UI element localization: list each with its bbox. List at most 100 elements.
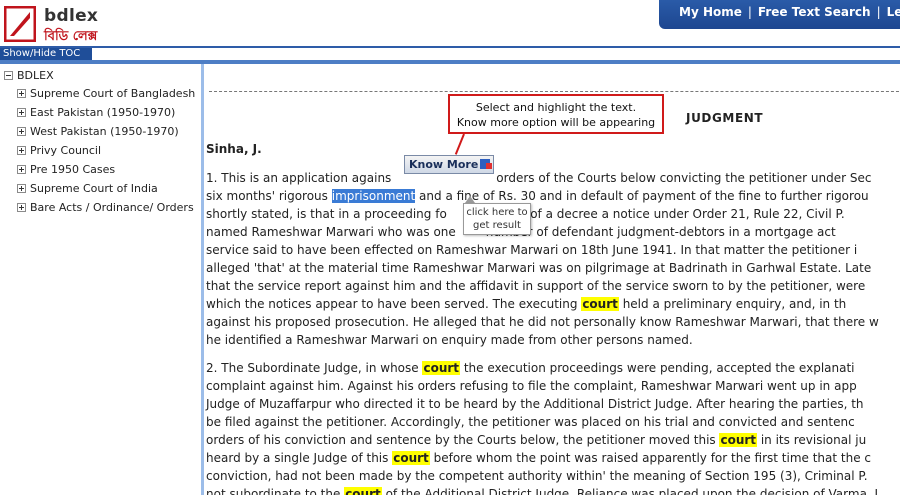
tree-item-bare-acts[interactable]: Bare Acts / Ordinance/ Orders (17, 201, 194, 214)
text-segment: orders of the Courts below convicting th… (496, 171, 872, 185)
text-segment: he identified a Rameshwar Marwari on enq… (206, 333, 693, 347)
tree-item-label: Bare Acts / Ordinance/ Orders (30, 201, 194, 214)
text-line: heard by a single Judge of this court be… (206, 449, 900, 467)
tree-item-label: Pre 1950 Cases (30, 163, 116, 176)
text-segment: 1. This is an application agains (206, 171, 392, 185)
toc-sidebar: BDLEX Supreme Court of Bangladesh East P… (0, 64, 201, 495)
tooltip-line-2: get result (473, 220, 521, 231)
show-hide-toc-button[interactable]: Show/Hide TOC (0, 48, 92, 60)
text-segment: that the service report against him and … (206, 279, 866, 293)
text-segment: complaint against him. Against his order… (206, 379, 857, 393)
text-line: not subordinate to the court of the Addi… (206, 485, 900, 495)
tooltip-line-1: click here to (466, 207, 528, 218)
text-line: he identified a Rameshwar Marwari on enq… (206, 331, 900, 349)
text-segment: and a fine of Rs. 30 and in default of p… (415, 189, 869, 203)
text-line: Judge of Muzaffarpur who directed it to … (206, 395, 900, 413)
expand-icon[interactable] (17, 89, 26, 98)
tree-item-privy-council[interactable]: Privy Council (17, 144, 101, 157)
text-line: that the service report against him and … (206, 277, 900, 295)
nav-legal[interactable]: Lega (887, 5, 900, 19)
callout-line-1: Select and highlight the text. (475, 101, 637, 114)
text-line: shortly stated, is that in a proceeding … (206, 205, 900, 223)
tree-item-west-pakistan[interactable]: West Pakistan (1950-1970) (17, 125, 179, 138)
tree-item-label: Privy Council (30, 144, 102, 157)
highlighted-term[interactable]: court (581, 297, 619, 311)
text-line: orders of his conviction and sentence by… (206, 431, 900, 449)
text-segment: held a preliminary enquiry, and, in th (618, 297, 847, 311)
tree-root-bdlex[interactable]: BDLEX (4, 69, 54, 82)
highlighted-term[interactable]: court (422, 361, 461, 375)
text-line: against his proposed prosecution. He all… (206, 313, 900, 331)
text-line: service said to have been effected on Ra… (206, 241, 900, 259)
text-segment: n of a decree a notice under Order 21, R… (518, 207, 845, 221)
bdlex-logo[interactable]: bdlex বিডি লেক্স (4, 4, 124, 46)
text-segment: against his proposed prosecution. He all… (206, 315, 879, 329)
text-segment: Judge of Muzaffarpur who directed it to … (206, 397, 864, 411)
expand-icon[interactable] (17, 203, 26, 212)
nav-free-text-search[interactable]: Free Text Search (758, 5, 871, 19)
bdlex-logo-mark (4, 6, 36, 42)
text-segment: in its revisional ju (757, 433, 867, 447)
judgment-heading: JUDGMENT (686, 111, 764, 125)
top-navigation: My Home | Free Text Search | Lega (659, 0, 900, 29)
text-segment: 2. The Subordinate Judge, in whose (206, 361, 423, 375)
expand-icon[interactable] (17, 165, 26, 174)
text-line: named Rameshwar Marwari who was one numbe… (206, 223, 900, 241)
text-line: be filed against the petitioner. Accordi… (206, 413, 900, 431)
instruction-callout: Select and highlight the text. Know more… (448, 94, 664, 134)
text-segment: alleged 'that' at the material time Rame… (206, 261, 872, 275)
tree-item-label: East Pakistan (1950-1970) (30, 106, 176, 119)
header-divider (0, 46, 900, 48)
tree-item-label: Supreme Court of Bangladesh (30, 87, 196, 100)
nav-my-home[interactable]: My Home (679, 5, 742, 19)
expand-icon[interactable] (17, 184, 26, 193)
text-line: 1. This is an application agains orders o… (206, 169, 900, 187)
text-segment: named Rameshwar Marwari who was one (206, 225, 456, 239)
tree-item-east-pakistan[interactable]: East Pakistan (1950-1970) (17, 106, 175, 119)
callout-line-2: Know more option will be appearing (456, 116, 656, 129)
text-segment: heard by a single Judge of this (206, 451, 393, 465)
brand-name: bdlex (44, 6, 99, 26)
text-segment: the execution proceedings were pending, … (460, 361, 855, 375)
highlighted-term[interactable]: court (392, 451, 430, 465)
nav-separator: | (876, 5, 881, 19)
expand-icon[interactable] (17, 146, 26, 155)
tree-root-label: BDLEX (17, 69, 54, 82)
text-line: alleged 'that' at the material time Rame… (206, 259, 900, 277)
expand-icon[interactable] (17, 108, 26, 117)
tree-item-label: West Pakistan (1950-1970) (30, 125, 179, 138)
text-segment: conviction, had not been made by the com… (206, 469, 868, 483)
text-segment: orders of his conviction and sentence by… (206, 433, 720, 447)
brand-bangla-name: বিডি লেক্স (44, 29, 98, 44)
dashed-divider (209, 91, 900, 92)
text-line: complaint against him. Against his order… (206, 377, 900, 395)
text-segment: number of defendant judgment-debtors in … (485, 225, 836, 239)
know-more-button[interactable]: Know More (404, 155, 494, 174)
text-line: conviction, had not been made by the com… (206, 467, 900, 485)
text-segment: before whom the point was raised apparen… (429, 451, 871, 465)
know-more-tooltip: click here to get result (463, 203, 531, 235)
text-segment: be filed against the petitioner. Accordi… (206, 415, 855, 429)
tree-item-supreme-court-india[interactable]: Supreme Court of India (17, 182, 158, 195)
selected-text[interactable]: imprisonment (331, 189, 416, 203)
text-segment: shortly stated, is that in a proceeding … (206, 207, 447, 221)
text-segment: six months' rigorous (206, 189, 332, 203)
flag-corner-icon (486, 163, 492, 169)
text-segment: of the Additional District Judge. Relian… (381, 487, 879, 495)
text-line: which the notices appear to have been se… (206, 295, 900, 313)
tree-item-label: Supreme Court of India (30, 182, 158, 195)
expand-icon[interactable] (17, 127, 26, 136)
tooltip-arrow (465, 196, 475, 203)
text-segment: which the notices appear to have been se… (206, 297, 582, 311)
tree-item-pre-1950-cases[interactable]: Pre 1950 Cases (17, 163, 115, 176)
nav-separator: | (747, 5, 752, 19)
know-more-label: Know More (409, 158, 479, 171)
tree-item-supreme-court-bangladesh[interactable]: Supreme Court of Bangladesh (17, 87, 195, 100)
highlighted-term[interactable]: court (719, 433, 758, 447)
text-line: six months' rigorous imprisonment and a … (206, 187, 900, 205)
judge-name: Sinha, J. (206, 142, 262, 156)
text-segment: service said to have been effected on Ra… (206, 243, 858, 257)
text-line: 2. The Subordinate Judge, in whose court… (206, 359, 900, 377)
highlighted-term[interactable]: court (344, 487, 382, 495)
collapse-icon[interactable] (4, 71, 13, 80)
